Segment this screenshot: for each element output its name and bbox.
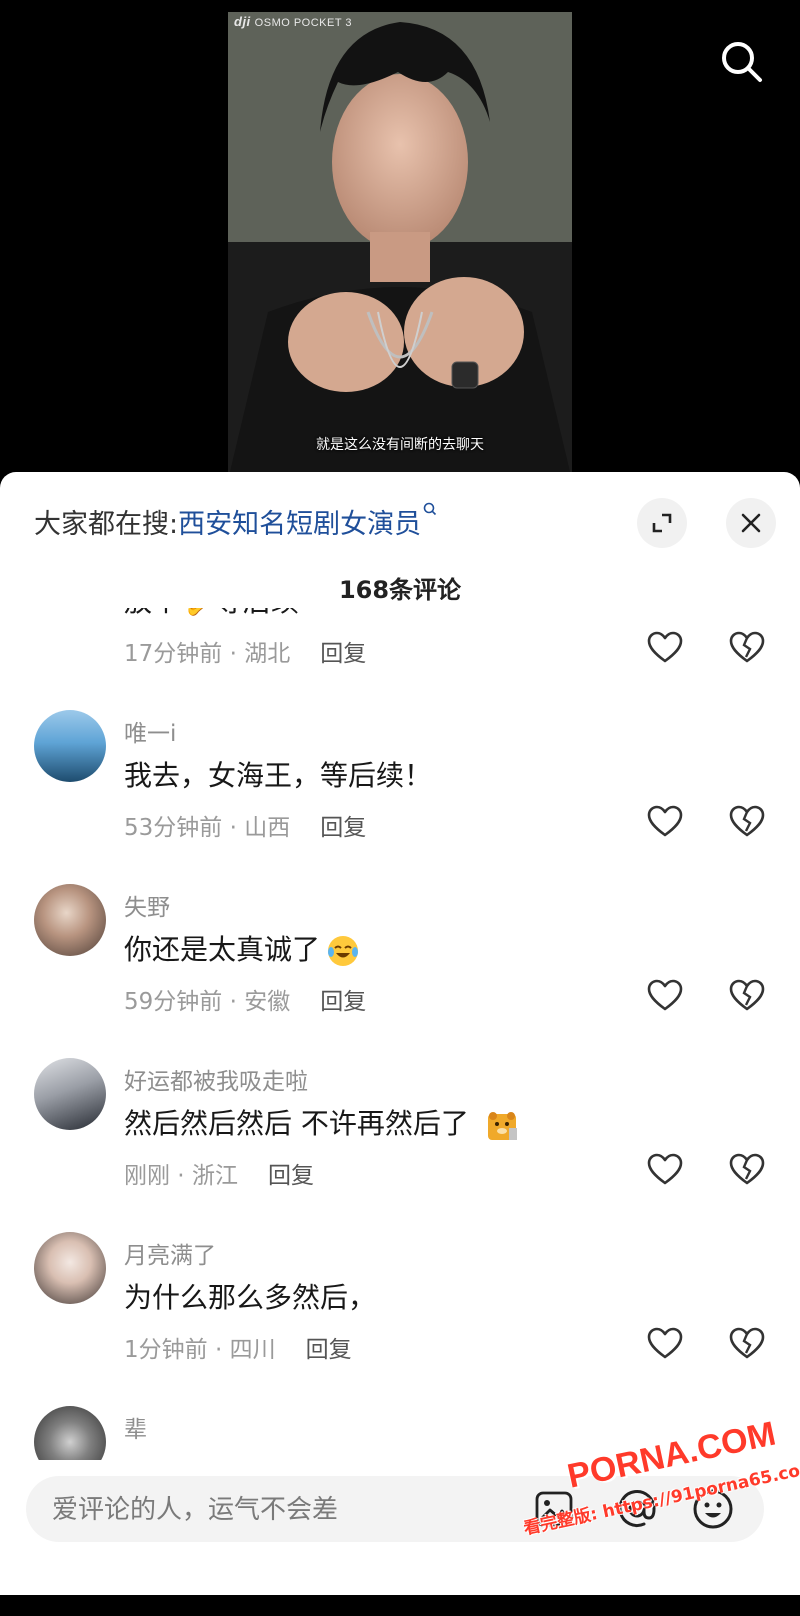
- image-button[interactable]: [534, 1490, 574, 1528]
- like-button[interactable]: [646, 978, 684, 1012]
- like-button[interactable]: [646, 804, 684, 838]
- comment-text: 为什么那么多然后，: [124, 1281, 377, 1314]
- dislike-button[interactable]: [728, 978, 766, 1012]
- comment-meta: 53分钟前 · 山西 回复: [124, 815, 367, 841]
- comment-item: 放个👂等后续 17分钟前 · 湖北回复: [0, 608, 800, 712]
- broken-heart-icon: [729, 631, 765, 663]
- reply-button[interactable]: 回复: [320, 815, 366, 841]
- heart-icon: [647, 1327, 683, 1359]
- comment-meta: 1分钟前 · 四川 回复: [124, 1337, 352, 1363]
- video-player[interactable]: dji OSMO POCKET 3 就是这么没有间断的去聊天: [0, 0, 800, 480]
- comment-text: 你还是太真诚了: [124, 928, 360, 968]
- comment-item: 失野 你还是太真诚了 59分钟前 · 安徽 回复: [0, 884, 800, 1060]
- broken-heart-icon: [729, 1327, 765, 1359]
- avatar[interactable]: [34, 1406, 106, 1460]
- image-icon: [535, 1491, 573, 1527]
- username[interactable]: 失野: [124, 888, 170, 922]
- crying-laughing-emoji-icon: [328, 936, 359, 966]
- close-icon: [741, 513, 761, 533]
- username[interactable]: 好运都被我吸走啦: [124, 1062, 308, 1096]
- camera-watermark: dji OSMO POCKET 3: [234, 14, 353, 29]
- video-frame[interactable]: dji OSMO POCKET 3 就是这么没有间断的去聊天: [228, 12, 572, 480]
- dislike-button[interactable]: [728, 1152, 766, 1186]
- dislike-button[interactable]: [728, 630, 766, 664]
- comment-text: 放个👂等后续: [124, 608, 299, 620]
- heart-icon: [647, 805, 683, 837]
- like-button[interactable]: [646, 630, 684, 664]
- comment-text: 我去，女海王，等后续！: [124, 759, 433, 792]
- comment-meta: 59分钟前 · 安徽 回复: [124, 989, 367, 1015]
- comment-text: 然后然后然后 不许再然后了: [124, 1102, 519, 1142]
- search-suggestion-prefix: 大家都在搜:: [34, 509, 179, 540]
- username[interactable]: 月亮满了: [124, 1236, 216, 1270]
- username[interactable]: 辈: [124, 1410, 147, 1444]
- broken-heart-icon: [729, 1153, 765, 1185]
- dislike-button[interactable]: [728, 804, 766, 838]
- small-search-icon: [423, 502, 437, 516]
- search-suggestion[interactable]: 大家都在搜:西安知名短剧女演员: [34, 502, 437, 541]
- comment-count: 168条评论: [338, 576, 462, 604]
- heart-icon: [647, 1153, 683, 1185]
- comment-meta: 刚刚 · 浙江 回复: [124, 1163, 314, 1189]
- comment-input[interactable]: [50, 1476, 514, 1544]
- video-person-image: [228, 12, 572, 480]
- comment-item: 月亮满了 为什么那么多然后， 1分钟前 · 四川 回复: [0, 1232, 800, 1408]
- broken-heart-icon: [729, 805, 765, 837]
- avatar[interactable]: [34, 710, 106, 782]
- heart-icon: [647, 631, 683, 663]
- reply-button[interactable]: 回复: [320, 989, 366, 1015]
- reply-button[interactable]: 回复: [306, 1337, 352, 1363]
- bear-emoji-icon: [487, 1112, 517, 1140]
- heart-icon: [647, 979, 683, 1011]
- mention-button[interactable]: [616, 1488, 658, 1530]
- comment-meta: 17分钟前 · 湖北 回复: [124, 641, 367, 667]
- comment-sheet: 大家都在搜:西安知名短剧女演员 168条评论 放个👂等后续 17分钟前 · 湖北…: [0, 472, 800, 1595]
- avatar[interactable]: [34, 884, 106, 956]
- avatar[interactable]: [34, 1232, 106, 1304]
- close-button[interactable]: [726, 498, 776, 548]
- video-subtitle: 就是这么没有间断的去聊天: [316, 437, 484, 453]
- expand-icon: [652, 513, 672, 533]
- search-suggestion-link[interactable]: 西安知名短剧女演员: [178, 509, 421, 540]
- broken-heart-icon: [729, 979, 765, 1011]
- expand-button[interactable]: [637, 498, 687, 548]
- smiley-icon: [693, 1489, 733, 1529]
- like-button[interactable]: [646, 1326, 684, 1360]
- dislike-button[interactable]: [728, 1326, 766, 1360]
- search-icon: [722, 42, 762, 82]
- like-button[interactable]: [646, 1152, 684, 1186]
- reply-button[interactable]: 回复: [268, 1163, 314, 1189]
- comment-list[interactable]: 放个👂等后续 17分钟前 · 湖北回复 唯一i 我去，女海王，等后续！ 53分钟…: [0, 608, 800, 1460]
- comment-item: 好运都被我吸走啦 然后然后然后 不许再然后了 刚刚 · 浙江 回复: [0, 1058, 800, 1234]
- reply-button[interactable]: 回复: [320, 641, 366, 667]
- comment-input-bar: [26, 1476, 764, 1544]
- search-button[interactable]: [716, 36, 768, 88]
- comment-item: 辈: [0, 1406, 800, 1460]
- comment-item: 唯一i 我去，女海王，等后续！ 53分钟前 · 山西 回复: [0, 710, 800, 886]
- at-icon: [618, 1490, 656, 1527]
- username[interactable]: 唯一i: [124, 714, 176, 748]
- avatar[interactable]: [34, 1058, 106, 1130]
- emoji-button[interactable]: [692, 1488, 734, 1530]
